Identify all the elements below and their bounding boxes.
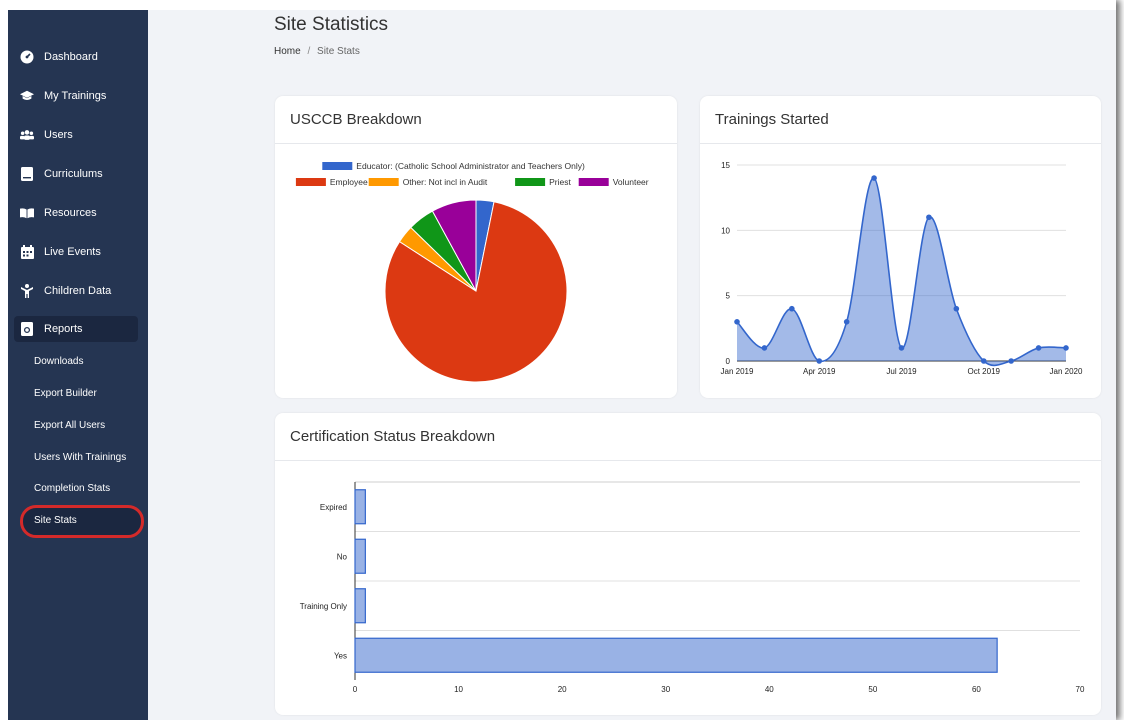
sidebar-item-label: Live Events <box>44 246 101 258</box>
category-label: No <box>337 552 348 561</box>
sidebar-item-label: My Trainings <box>44 90 107 102</box>
sidebar-item-label: Users <box>44 129 73 141</box>
y-tick-label: 5 <box>726 292 731 301</box>
data-point <box>843 319 850 325</box>
data-point <box>734 319 740 325</box>
sidebar-subitem-site-stats[interactable]: Site Stats <box>34 513 77 529</box>
page-title: Site Statistics <box>274 14 389 35</box>
graduation-cap-icon <box>20 89 34 103</box>
book-icon <box>20 167 34 181</box>
sidebar-item-label: Resources <box>44 207 97 219</box>
sidebar-subitem-downloads[interactable]: Downloads <box>34 354 83 370</box>
sidebar: Dashboard My Trainings Users Curriculums… <box>8 10 148 720</box>
legend-label: Priest <box>549 177 571 187</box>
x-tick-label: Jan 2019 <box>721 367 754 376</box>
sidebar-subitem-completion-stats[interactable]: Completion Stats <box>34 481 110 497</box>
legend-label: Other: Not incl in Audit <box>403 177 488 187</box>
data-point <box>871 175 877 181</box>
x-tick-label: Jan 2020 <box>1050 367 1083 376</box>
gauge-icon <box>20 50 34 64</box>
legend-swatch <box>295 178 326 186</box>
trainings-area-chart: 0 5 10 15 Jan 2019 Apr 2019 Jul 2019 Oct 2019 Ja… <box>721 161 1083 376</box>
legend-label: Volunteer <box>613 177 649 187</box>
child-icon <box>20 284 34 298</box>
breadcrumb-separator: / <box>307 46 311 57</box>
sidebar-item-label: Curriculums <box>44 168 103 180</box>
sidebar-item-users[interactable]: Users <box>8 122 148 148</box>
sidebar-subitem-export-builder[interactable]: Export Builder <box>34 386 97 402</box>
sidebar-item-label: Reports <box>44 323 83 335</box>
y-tick-label: 0 <box>726 357 731 366</box>
data-point <box>898 345 905 351</box>
data-point <box>761 345 768 351</box>
sidebar-item-label: Dashboard <box>44 51 98 63</box>
sidebar-item-reports[interactable]: Reports <box>14 316 138 342</box>
legend-label: Employee <box>330 177 368 187</box>
x-tick-label: 50 <box>868 685 877 694</box>
report-icon <box>20 322 34 336</box>
data-point <box>1008 358 1014 364</box>
card-title: Certification Status Breakdown <box>275 413 1101 461</box>
sidebar-item-curriculums[interactable]: Curriculums <box>8 161 148 187</box>
open-book-icon <box>20 206 34 220</box>
sidebar-item-children-data[interactable]: Children Data <box>8 278 148 304</box>
data-point <box>953 305 960 312</box>
category-label: Training Only <box>300 602 347 611</box>
sidebar-subitem-users-with-trainings[interactable]: Users With Trainings <box>34 450 126 466</box>
bar <box>354 538 366 574</box>
sidebar-subitem-export-all-users[interactable]: Export All Users <box>34 418 105 434</box>
calendar-icon <box>20 245 34 259</box>
x-tick-label: Oct 2019 <box>968 367 1001 376</box>
data-point <box>926 214 932 221</box>
area-fill <box>737 177 1066 366</box>
card-title: Trainings Started <box>700 96 1101 144</box>
bar <box>354 489 366 525</box>
x-tick-label: 0 <box>353 685 358 694</box>
bar <box>354 588 366 624</box>
usccb-pie-chart: Educator: (Catholic School Administrator… <box>295 161 649 383</box>
site-stats-highlight[interactable]: Site Stats <box>20 505 144 538</box>
data-point <box>1035 345 1042 351</box>
legend-swatch <box>578 178 609 186</box>
x-tick-label: Apr 2019 <box>803 367 836 376</box>
breadcrumb: Home / Site Stats <box>274 46 360 57</box>
cert-bar-chart: Expired No Training Only Yes 0 10 20 30 40 50 60 70 <box>300 481 1085 694</box>
category-label: Expired <box>320 503 347 512</box>
sidebar-item-my-trainings[interactable]: My Trainings <box>8 83 148 109</box>
legend-label: Educator: (Catholic School Administrator… <box>356 161 585 171</box>
y-tick-label: 15 <box>721 161 730 170</box>
y-tick-label: 10 <box>721 226 730 235</box>
sidebar-item-dashboard[interactable]: Dashboard <box>8 44 148 70</box>
data-point <box>816 358 823 364</box>
x-tick-label: 30 <box>661 685 670 694</box>
sidebar-item-live-events[interactable]: Live Events <box>8 239 148 265</box>
trainings-card: Trainings Started 0 5 10 15 Jan 2019 Apr 2019… <box>700 96 1101 398</box>
x-tick-label: 20 <box>558 685 567 694</box>
bar <box>354 637 998 673</box>
data-point <box>980 358 987 364</box>
data-point <box>789 305 795 312</box>
sidebar-item-resources[interactable]: Resources <box>8 200 148 226</box>
x-tick-label: 40 <box>765 685 774 694</box>
legend-swatch <box>322 162 353 170</box>
cert-card: Certification Status Breakdown Expired No… <box>275 413 1101 715</box>
data-point <box>1063 345 1069 351</box>
category-label: Yes <box>334 651 347 660</box>
breadcrumb-current: Site Stats <box>317 46 360 57</box>
x-tick-label: 70 <box>1076 685 1085 694</box>
x-tick-label: 10 <box>454 685 463 694</box>
x-tick-label: Jul 2019 <box>886 367 917 376</box>
usccb-card: USCCB Breakdown Educator: (Catholic Scho… <box>275 96 677 398</box>
breadcrumb-home-link[interactable]: Home <box>274 46 301 57</box>
sidebar-item-label: Children Data <box>44 285 112 297</box>
users-icon <box>20 128 34 142</box>
card-title: USCCB Breakdown <box>275 96 677 144</box>
legend-swatch <box>515 178 546 186</box>
x-tick-label: 60 <box>972 685 981 694</box>
legend-swatch <box>368 178 399 186</box>
